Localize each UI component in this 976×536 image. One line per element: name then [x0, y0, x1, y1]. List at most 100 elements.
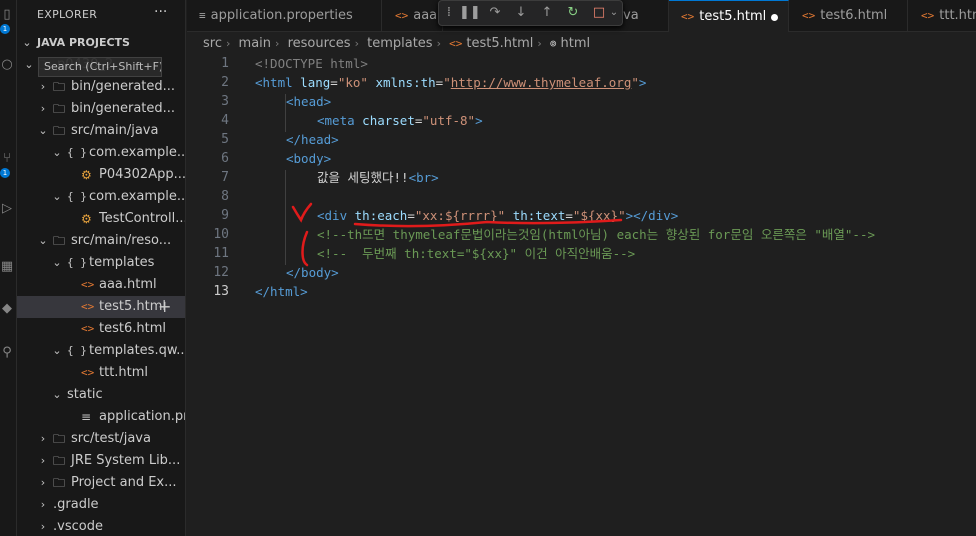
check-mark-annotation — [291, 202, 313, 223]
tab-ttt-html[interactable]: <> ttt.htm — [909, 0, 976, 32]
chevron-down-icon[interactable]: ⌄ — [607, 4, 621, 22]
chevron-down-icon[interactable]: ⌄ — [51, 384, 63, 406]
html-file-icon: <> — [681, 10, 695, 23]
line-number: 1 — [221, 56, 229, 71]
chevron-down-icon[interactable]: ⌄ — [51, 186, 63, 208]
source-control-icon[interactable]: ⑂ — [0, 150, 14, 168]
tab-aaa-html[interactable]: <> aaa — [383, 0, 443, 32]
folder-icon: 🗀 — [53, 432, 66, 446]
drag-handle-icon[interactable]: ⁞ — [443, 4, 455, 22]
unsaved-dot-icon[interactable] — [771, 14, 778, 21]
section-java-projects[interactable]: ⌄ JAVA PROJECTS — [17, 32, 185, 54]
tree-item[interactable]: ⚙ P04302App... — [17, 164, 185, 186]
chevron-right-icon[interactable]: › — [37, 98, 49, 120]
chevron-right-icon[interactable]: › — [37, 450, 49, 472]
chevron-right-icon[interactable]: › — [37, 428, 49, 450]
tag: ></div> — [625, 208, 679, 223]
tag: <br> — [408, 170, 439, 185]
chevron-down-icon[interactable]: ⌄ — [37, 120, 49, 142]
package-icon: { } — [67, 344, 87, 357]
comment: <!-- 두번째 th:text="${xx}" 이건 아직안배움--> — [317, 246, 636, 261]
tag: <body> — [286, 151, 332, 166]
folder-icon: 🗀 — [53, 234, 66, 248]
tree-item[interactable]: › 🗀 bin/generated... — [17, 76, 185, 98]
breadcrumb-item[interactable]: templates — [367, 36, 432, 51]
package-icon: { } — [67, 190, 87, 203]
chevron-down-icon[interactable]: ⌄ — [37, 230, 49, 252]
activity-bar: ▯ 1 ○ ⑂ 1 ▷ ▦ ◆ ⚲ — [0, 0, 17, 536]
chevron-right-icon[interactable]: › — [37, 494, 49, 516]
tag: <meta — [317, 113, 355, 128]
attr: th:text — [512, 208, 566, 223]
tree-item[interactable]: › 🗀 src/test/java — [17, 428, 185, 450]
breadcrumb-item[interactable]: test5.html — [466, 36, 533, 51]
stop-icon[interactable]: □ — [589, 4, 609, 22]
breadcrumb: src › main › resources › templates › <> test5… — [203, 34, 590, 54]
pause-icon[interactable]: ❚❚ — [459, 4, 481, 22]
folder-icon: 🗀 — [53, 102, 66, 116]
tree-item[interactable]: › .vscode — [17, 516, 185, 536]
tab-test6-html[interactable]: <> test6.html — [790, 0, 908, 32]
tree-item[interactable]: › 🗀 bin/generated... — [17, 98, 185, 120]
tree-item[interactable]: <> aaa.html — [17, 274, 185, 296]
tree-item[interactable]: <> test6.html — [17, 318, 185, 340]
chevron-down-icon[interactable]: ⌄ — [51, 142, 63, 164]
chevron-right-icon[interactable]: › — [37, 76, 49, 98]
breadcrumb-item[interactable]: html — [561, 36, 591, 51]
java-projects-icon[interactable]: ◆ — [0, 300, 14, 318]
tree-item[interactable]: ⌄ 🗀 src/main/java — [17, 120, 185, 142]
tab-test5-html[interactable]: <> test5.html — [669, 0, 789, 32]
tree-item[interactable]: ⌄ 🗀 src/main/reso... — [17, 230, 185, 252]
notification-badge: 1 — [0, 24, 10, 34]
tree-item[interactable]: <> test5.html + — [17, 296, 185, 318]
html-file-icon: <> — [395, 9, 409, 22]
chevron-right-icon[interactable]: › — [37, 516, 49, 536]
tree-item[interactable]: ⌄ static — [17, 384, 185, 406]
restart-icon[interactable]: ↻ — [563, 4, 583, 22]
tree-item[interactable]: › 🗀 JRE System Lib... — [17, 450, 185, 472]
doctype: <!DOCTYPE html> — [255, 56, 368, 71]
cursor-crosshair-icon: + — [158, 297, 172, 316]
tree-item[interactable]: › 🗀 Project and Ex... — [17, 472, 185, 494]
tree-item[interactable]: ⌄ { } com.example... — [17, 186, 186, 208]
run-debug-icon[interactable]: ▷ — [0, 200, 14, 218]
tree-item-label: com.example... — [89, 189, 186, 204]
tree-item-label: application.prop... — [99, 409, 186, 424]
url-link[interactable]: http://www.thymeleaf.org — [451, 75, 632, 90]
line-number: 13 — [213, 284, 229, 299]
code-line-9: <div th:each="xx:${rrrr}" th:text="${xx}… — [317, 208, 679, 223]
attr-value: "xx:${rrrr}" — [414, 208, 506, 223]
step-into-icon[interactable]: ↓ — [511, 4, 531, 22]
breadcrumb-item[interactable]: main — [239, 36, 271, 51]
tree-item[interactable]: ⌄ { } com.example... — [17, 142, 185, 164]
code-editor[interactable]: 1 2 3 4 5 6 7 8 9 10 11 12 13 <!DOCTYPE html> <html … — [187, 54, 976, 536]
tree-item[interactable]: ⌄ { } templates — [17, 252, 185, 274]
search-icon[interactable]: ○ — [0, 56, 14, 74]
step-over-icon[interactable]: ↷ — [485, 4, 505, 22]
search-tooltip: Search (Ctrl+Shift+F) — [38, 57, 162, 77]
breadcrumb-item[interactable]: resources — [288, 36, 351, 51]
chevron-down-icon[interactable]: ⌄ — [23, 54, 35, 76]
quote: " — [631, 75, 639, 90]
more-actions-icon[interactable]: ··· — [154, 4, 167, 20]
code-line-12: </body> — [286, 263, 339, 282]
explorer-sidebar: EXPLORER ··· ⌄ JAVA PROJECTS ⌄🗀p0430_2›🗀… — [17, 0, 186, 536]
chevron-down-icon[interactable]: ⌄ — [51, 252, 63, 274]
line-number: 9 — [221, 208, 229, 223]
tree-item[interactable]: ≡ application.prop... — [17, 406, 186, 428]
tag: <head> — [286, 94, 332, 109]
files-icon[interactable]: ▯ — [0, 6, 14, 24]
tree-item[interactable]: › .gradle — [17, 494, 185, 516]
tree-item-label: src/main/java — [71, 123, 159, 138]
step-out-icon[interactable]: ↑ — [537, 4, 557, 22]
tree-item[interactable]: ⌄ { } templates.qw... — [17, 340, 185, 362]
tree-item[interactable]: <> ttt.html — [17, 362, 185, 384]
properties-icon: ≡ — [199, 9, 206, 22]
tree-item[interactable]: ⚙ TestControll... — [17, 208, 185, 230]
remote-icon[interactable]: ⚲ — [0, 344, 14, 362]
chevron-down-icon[interactable]: ⌄ — [51, 340, 63, 362]
tab-application-properties[interactable]: ≡ application.properties — [187, 0, 382, 32]
chevron-right-icon[interactable]: › — [37, 472, 49, 494]
breadcrumb-item[interactable]: src — [203, 36, 222, 51]
extensions-icon[interactable]: ▦ — [0, 258, 14, 276]
